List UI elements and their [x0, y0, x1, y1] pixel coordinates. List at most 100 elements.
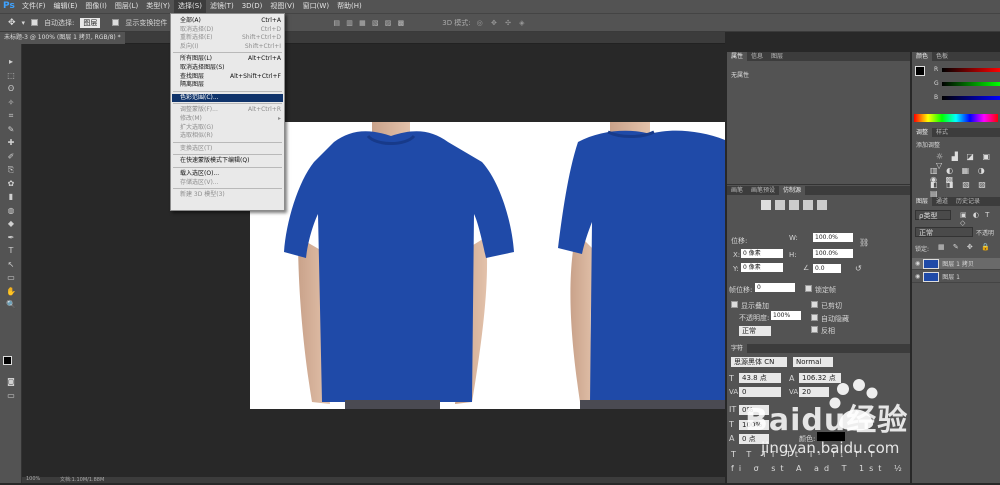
foreground-color-swatch[interactable]: [915, 66, 925, 76]
auto-hide-checkbox[interactable]: [811, 314, 818, 321]
menu-item[interactable]: 滤镜(T): [206, 0, 238, 13]
tab-color[interactable]: 颜色: [912, 52, 933, 61]
select-menu-item[interactable]: 载入选区(O)...: [180, 170, 281, 178]
color-channel-slider[interactable]: [942, 82, 1000, 86]
menu-item[interactable]: 编辑(E): [50, 0, 82, 13]
select-menu-item[interactable]: 色彩范围(C)...: [172, 93, 283, 102]
tool-icon[interactable]: ▮: [6, 193, 16, 201]
select-menu-item[interactable]: 修改(M) ▸: [180, 115, 281, 123]
layer-row[interactable]: ◉ 图层 1: [912, 271, 1000, 283]
tab-history[interactable]: 历史记录: [952, 197, 984, 206]
clone-source-2-icon[interactable]: [775, 200, 785, 210]
tool-icon[interactable]: ▸: [6, 58, 16, 66]
tool-icon[interactable]: ↖: [6, 260, 16, 269]
move-tool-icon[interactable]: ✥: [8, 18, 16, 28]
mode-icon[interactable]: ◙: [6, 378, 16, 386]
angle-field[interactable]: 0.0: [813, 264, 841, 273]
menu-item[interactable]: 类型(Y): [142, 0, 174, 13]
menu-item[interactable]: 视图(V): [266, 0, 298, 13]
tab-channels[interactable]: 通道: [932, 197, 952, 206]
select-menu-item[interactable]: 扩大选取(G): [180, 124, 281, 132]
frame-offset-field[interactable]: 0: [755, 283, 795, 292]
tool-icon[interactable]: ⎘: [6, 166, 16, 174]
font-style-dropdown[interactable]: Normal: [793, 357, 833, 367]
select-menu-item[interactable]: 全部(A) Ctrl+A: [180, 17, 281, 25]
clone-source-1-icon[interactable]: [761, 200, 771, 210]
layer-blend-mode-dropdown[interactable]: 正常: [915, 227, 973, 237]
y-field[interactable]: 0 像素: [741, 263, 783, 272]
tab-adjustments[interactable]: 调整: [912, 128, 933, 137]
select-menu-item[interactable]: 隔离图层: [180, 81, 281, 89]
layer-filter-icons[interactable]: ▣ ◐ T ◇: [960, 211, 1000, 227]
tool-icon[interactable]: ◆: [6, 220, 16, 228]
select-menu-item[interactable]: 调整蒙版(F)... Alt+Ctrl+R: [180, 106, 281, 114]
width-field[interactable]: 100.0%: [813, 233, 853, 242]
tab-styles[interactable]: 样式: [932, 128, 952, 137]
tab-brush[interactable]: 画笔: [727, 186, 747, 195]
menu-item[interactable]: 文件(F): [18, 0, 50, 13]
menu-item[interactable]: 3D(D): [238, 0, 267, 13]
select-menu-item[interactable]: 新建 3D 模型(3): [180, 191, 281, 199]
visibility-eye-icon[interactable]: ◉: [915, 260, 920, 267]
select-menu-item[interactable]: 查找图层 Alt+Shift+Ctrl+F: [180, 73, 281, 81]
tool-icon[interactable]: ✐: [6, 152, 16, 161]
select-menu-item[interactable]: 所有图层(L) Alt+Ctrl+A: [180, 55, 281, 63]
tool-icon[interactable]: ◍: [6, 206, 16, 215]
lock-frame-checkbox[interactable]: [805, 285, 812, 292]
font-family-dropdown[interactable]: 思源黑体 CN: [731, 357, 787, 367]
tab-brush-presets[interactable]: 画笔预设: [747, 186, 779, 195]
show-overlay-checkbox[interactable]: [731, 301, 738, 308]
tab-clone-source[interactable]: 仿制源: [779, 186, 806, 195]
tab-layers-short[interactable]: 图层: [767, 52, 787, 61]
tool-icon[interactable]: 🔍: [6, 301, 16, 309]
zoom-readout[interactable]: 100%: [26, 476, 40, 482]
link-icon[interactable]: ⛓: [859, 238, 869, 247]
reset-transform-icon[interactable]: ↺: [855, 264, 862, 273]
tool-icon[interactable]: ✧: [6, 98, 16, 107]
tool-icon[interactable]: ✎: [6, 125, 16, 134]
menu-item[interactable]: 帮助(H): [333, 0, 366, 13]
tool-icon[interactable]: ✿: [6, 179, 16, 188]
foreground-swatch[interactable]: [3, 356, 12, 365]
tool-icon[interactable]: ✒: [6, 233, 16, 242]
color-spectrum-bar[interactable]: [914, 114, 998, 122]
select-menu-item[interactable]: 取消选择图层(S): [180, 64, 281, 72]
tool-icon[interactable]: ▭: [6, 274, 16, 282]
show-transform-checkbox[interactable]: [112, 19, 120, 26]
clone-source-5-icon[interactable]: [817, 200, 827, 210]
tool-icon[interactable]: ʘ: [6, 85, 16, 93]
align-icons[interactable]: ▤ ▥ ▦ ▧ ▨ ▩: [333, 19, 406, 27]
select-menu-item[interactable]: 在快速蒙版模式下编辑(Q): [180, 157, 281, 165]
color-channel-slider[interactable]: [942, 68, 1000, 72]
clone-source-3-icon[interactable]: [789, 200, 799, 210]
tab-properties[interactable]: 属性: [727, 52, 748, 61]
select-menu-item[interactable]: 存储选区(V)...: [180, 179, 281, 187]
lock-icons[interactable]: ▦ ✎ ✥ 🔒: [938, 243, 993, 251]
tool-preset-chevron-icon[interactable]: ▾: [22, 19, 26, 27]
tool-icon[interactable]: ⬚: [6, 71, 16, 80]
tab-info[interactable]: 信息: [747, 52, 767, 61]
document-tab[interactable]: 未标题-3 @ 100% (图层 1 拷贝, RGB/8) *: [0, 32, 125, 44]
tab-layers[interactable]: 图层: [912, 197, 933, 206]
layer-kind-filter[interactable]: ρ类型: [915, 210, 951, 220]
mode-icon[interactable]: ▭: [6, 392, 16, 400]
canvas[interactable]: [250, 122, 725, 409]
x-field[interactable]: 0 像素: [741, 249, 783, 258]
mode3d-icons[interactable]: ◎ ✥ ✣ ◈: [477, 19, 528, 27]
select-menu-item[interactable]: 选取相似(R): [180, 132, 281, 140]
visibility-eye-icon[interactable]: ◉: [915, 273, 920, 280]
adjustment-row-3-icons[interactable]: ◧ ◨ ▧ ▨ ▤: [930, 180, 1000, 198]
select-menu-item[interactable]: 反向(I) Shift+Ctrl+I: [180, 43, 281, 51]
select-menu-item[interactable]: 变换选区(T): [180, 145, 281, 153]
select-menu-item[interactable]: 重新选择(E) Shift+Ctrl+D: [180, 34, 281, 42]
auto-select-checkbox[interactable]: [31, 19, 39, 26]
clipped-checkbox[interactable]: [811, 301, 818, 308]
tool-icon[interactable]: ⌗: [6, 112, 16, 120]
color-channel-slider[interactable]: [942, 96, 1000, 100]
layer-row[interactable]: ◉ 图层 1 拷贝: [912, 258, 1000, 270]
tool-icon[interactable]: T: [6, 247, 16, 255]
overlay-opacity-field[interactable]: 100%: [771, 311, 801, 320]
overlay-blend-dropdown[interactable]: 正常: [739, 326, 771, 336]
menu-item[interactable]: 窗口(W): [299, 0, 333, 13]
tab-swatches[interactable]: 色板: [932, 52, 952, 61]
